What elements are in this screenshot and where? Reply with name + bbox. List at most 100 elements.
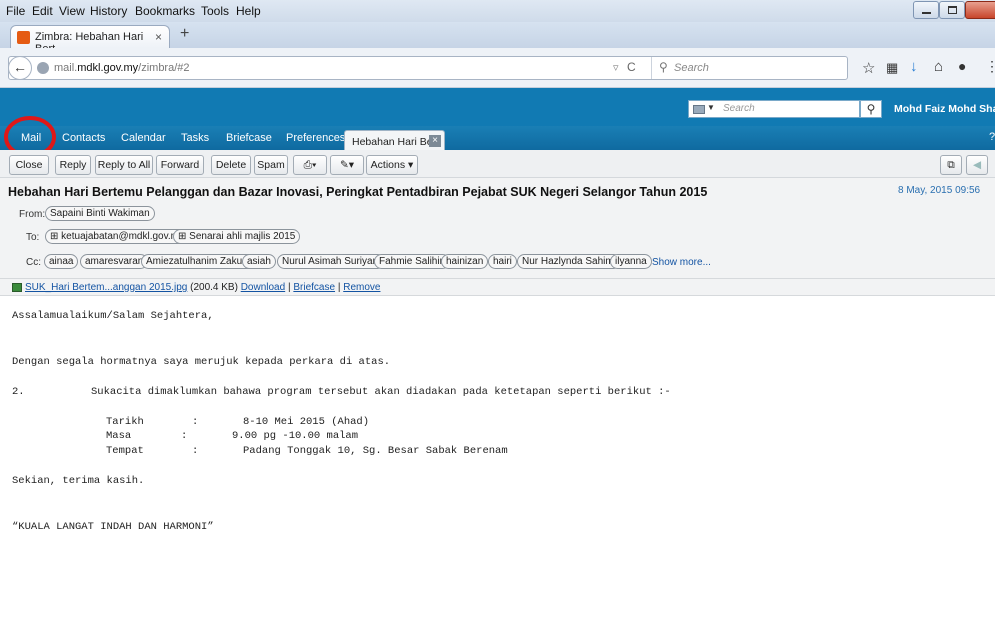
- download-link[interactable]: Download: [241, 282, 285, 293]
- chat-icon[interactable]: ●: [958, 58, 966, 74]
- print-button[interactable]: ⎙▾: [293, 155, 327, 175]
- minimize-button[interactable]: [913, 1, 939, 19]
- url-domain: mdkl.gov.my: [77, 62, 139, 74]
- detail-key-tarikh: Tarikh: [106, 416, 144, 428]
- tab-calendar[interactable]: Calendar: [121, 132, 166, 144]
- browser-tab[interactable]: Zimbra: Hebahan Hari Bert... ×: [10, 25, 170, 55]
- search-icon: ⚲: [866, 102, 876, 116]
- menu-bar: File Edit View History Bookmarks Tools H…: [0, 0, 995, 22]
- forward-button[interactable]: Forward: [156, 155, 204, 175]
- zimbra-favicon-icon: [17, 31, 30, 44]
- message-header: Hebahan Hari Bertemu Pelanggan dan Bazar…: [0, 178, 995, 278]
- image-file-icon: [12, 283, 22, 292]
- cc-label: Cc:: [26, 257, 41, 268]
- show-more-link[interactable]: Show more...: [652, 257, 711, 268]
- attachment-bar: SUK_Hari Bertem...anggan 2015.jpg (200.4…: [0, 278, 995, 296]
- zimbra-header: ▼ Search ⚲ Mohd Faiz Mohd Shauji: [0, 88, 995, 126]
- cc-chip[interactable]: amaresvaran: [80, 254, 149, 269]
- reply-all-button[interactable]: Reply to All: [95, 155, 153, 175]
- expand-icon: ⊞: [50, 231, 59, 242]
- cc-chip[interactable]: hainizan: [441, 254, 489, 269]
- navigation-bar: ← mail.mdkl.gov.my/zimbra/#2 ▿ C ⚲ Searc…: [0, 48, 995, 88]
- menu-file[interactable]: File: [6, 4, 25, 18]
- from-chip[interactable]: Sapaini Binti Wakiman: [45, 206, 155, 221]
- open-tab-label: Hebahan Hari Be: [352, 136, 433, 148]
- paragraph-number: 2.: [12, 386, 25, 398]
- remove-link[interactable]: Remove: [343, 282, 380, 293]
- tab-preferences[interactable]: Preferences: [286, 132, 345, 144]
- menu-help[interactable]: Help: [236, 4, 261, 18]
- briefcase-link[interactable]: Briefcase: [293, 282, 335, 293]
- to-chip[interactable]: ⊞ ketuajabatan@mdkl.gov.my: [45, 229, 189, 244]
- reply-button[interactable]: Reply: [55, 155, 91, 175]
- actions-button[interactable]: Actions ▾: [366, 155, 418, 175]
- attachment-name-link[interactable]: SUK_Hari Bertem...anggan 2015.jpg: [25, 282, 187, 293]
- closing-line: Sekian, terima kasih.: [12, 475, 145, 487]
- separator: |: [287, 282, 291, 293]
- tab-briefcase[interactable]: Briefcase: [226, 132, 272, 144]
- tag-button[interactable]: ✎▾: [330, 155, 364, 175]
- menu-history[interactable]: History: [90, 4, 127, 18]
- tab-open-message[interactable]: Hebahan Hari Be ×: [344, 130, 445, 151]
- cc-chip[interactable]: Nurul Asimah Suriyani: [277, 254, 386, 269]
- user-name[interactable]: Mohd Faiz Mohd Shauji: [894, 103, 995, 115]
- mail-type-icon[interactable]: [693, 105, 705, 114]
- spam-button[interactable]: Spam: [254, 155, 288, 175]
- dropdown-arrow-icon[interactable]: ▿: [613, 61, 619, 74]
- bookmark-star-icon[interactable]: ☆: [862, 59, 875, 77]
- detail-colon: :: [192, 445, 199, 457]
- detach-button[interactable]: ⧉: [940, 155, 962, 175]
- url-bar[interactable]: ← mail.mdkl.gov.my/zimbra/#2 ▿ C ⚲ Searc…: [8, 56, 848, 80]
- cc-chip[interactable]: ainaa: [44, 254, 79, 269]
- tag-icon: ✎▾: [339, 159, 355, 171]
- delete-button[interactable]: Delete: [211, 155, 251, 175]
- cc-chip[interactable]: Fahmie Salihin: [374, 254, 451, 269]
- detail-colon: :: [181, 430, 188, 442]
- body-line: Dengan segala hormatnya saya merujuk kep…: [12, 356, 391, 368]
- close-window-button[interactable]: [965, 1, 995, 19]
- tab-tasks[interactable]: Tasks: [181, 132, 209, 144]
- browser-tab-strip: Zimbra: Hebahan Hari Bert... × +: [0, 22, 995, 55]
- to-chip-label: Senarai ahli majlis 2015: [189, 231, 296, 242]
- back-arrow-icon[interactable]: ←: [8, 56, 32, 80]
- menu-view[interactable]: View: [59, 4, 85, 18]
- help-icon[interactable]: ?: [989, 131, 995, 143]
- tab-close-icon[interactable]: ×: [155, 30, 162, 44]
- cc-chip[interactable]: ilyanna: [610, 254, 652, 269]
- cc-chip[interactable]: Nur Hazlynda Sahimi: [517, 254, 621, 269]
- detail-value-tempat: Padang Tonggak 10, Sg. Besar Sabak Beren…: [243, 445, 508, 457]
- cc-chip[interactable]: hairi: [488, 254, 517, 269]
- cc-chip[interactable]: asiah: [242, 254, 276, 269]
- cc-chip[interactable]: Amiezatulhanim Zakuan: [141, 254, 259, 269]
- message-toolbar: Close Reply Reply to All Forward Delete …: [0, 150, 995, 178]
- browser-search-box[interactable]: ⚲ Search: [651, 57, 847, 79]
- greeting-line: Assalamualaikum/Salam Sejahtera,: [12, 310, 214, 322]
- arrow-left-icon: ◀: [972, 159, 982, 171]
- detail-value-tarikh: 8-10 Mei 2015 (Ahad): [243, 416, 370, 428]
- close-tab-icon[interactable]: ×: [429, 135, 441, 147]
- reading-list-icon[interactable]: ▦: [886, 60, 898, 76]
- tab-contacts[interactable]: Contacts: [62, 132, 105, 144]
- close-button[interactable]: Close: [9, 155, 49, 175]
- download-icon[interactable]: ↓: [910, 58, 918, 75]
- new-tab-icon[interactable]: +: [180, 25, 189, 43]
- browser-search-placeholder: Search: [674, 62, 709, 74]
- globe-icon: [37, 62, 49, 74]
- zimbra-search-input[interactable]: ▼ Search: [688, 100, 860, 118]
- url-text[interactable]: mail.mdkl.gov.my/zimbra/#2: [54, 62, 190, 74]
- zimbra-search-button[interactable]: ⚲: [860, 100, 882, 118]
- menu-icon[interactable]: ⋮: [985, 58, 995, 75]
- detail-value-masa: 9.00 pg -10.00 malam: [232, 430, 359, 442]
- search-type-dropdown-icon[interactable]: ▼: [707, 103, 715, 112]
- to-chip[interactable]: ⊞ Senarai ahli majlis 2015: [173, 229, 301, 244]
- menu-bookmarks[interactable]: Bookmarks: [135, 4, 195, 18]
- zimbra-search-placeholder: Search: [723, 103, 755, 114]
- detail-colon: :: [192, 416, 199, 428]
- reload-icon[interactable]: C: [627, 60, 636, 74]
- maximize-button[interactable]: [939, 1, 965, 19]
- home-icon[interactable]: ⌂: [934, 58, 943, 75]
- menu-tools[interactable]: Tools: [201, 4, 229, 18]
- previous-message-button[interactable]: ◀: [966, 155, 988, 175]
- detail-key-masa: Masa: [106, 430, 132, 442]
- menu-edit[interactable]: Edit: [32, 4, 53, 18]
